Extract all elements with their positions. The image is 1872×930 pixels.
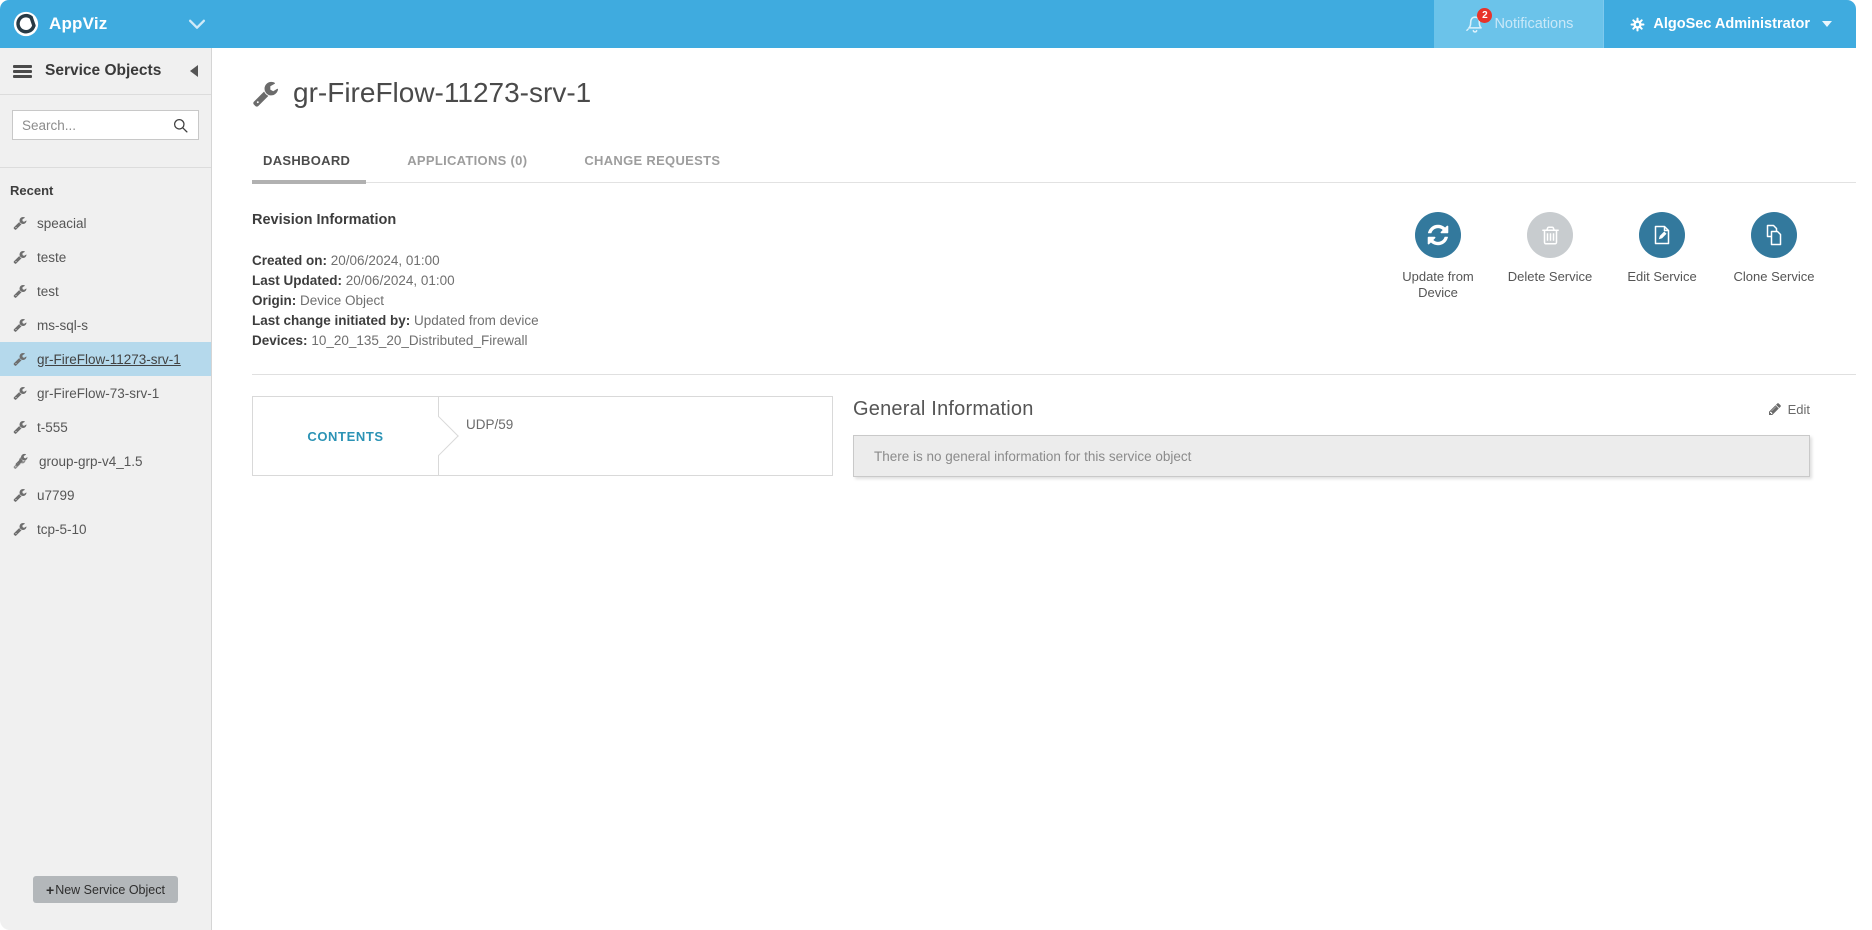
pencil-icon: [1768, 402, 1782, 416]
revision-heading: Revision Information: [252, 212, 539, 228]
wrench-icon: [13, 250, 27, 264]
sidebar-item-ms-sql-s[interactable]: ms-sql-s: [0, 308, 211, 342]
delete-service-button[interactable]: Delete Service: [1498, 212, 1602, 351]
general-information-section: General Information Edit There is no gen…: [853, 396, 1810, 477]
menu-icon[interactable]: [13, 65, 32, 78]
sync-icon: [1426, 223, 1450, 247]
sidebar: Service Objects Recent speacial teste te…: [0, 48, 212, 930]
search-input[interactable]: [12, 110, 199, 140]
revision-field-last-updated: Last Updated 20/06/2024, 01:00: [252, 271, 539, 291]
notifications-label: Notifications: [1494, 16, 1573, 32]
search-icon[interactable]: [172, 117, 189, 134]
algosec-logo-icon: [13, 11, 39, 37]
edit-service-button[interactable]: Edit Service: [1610, 212, 1714, 351]
edit-general-info-button[interactable]: Edit: [1768, 402, 1810, 417]
section-divider: [252, 374, 1856, 375]
revision-field-devices: Devices 10_20_135_20_Distributed_Firewal…: [252, 331, 539, 351]
tab-dashboard[interactable]: DASHBOARD: [263, 153, 350, 182]
user-menu-button[interactable]: AlgoSec Administrator: [1604, 0, 1856, 48]
main-content: gr-FireFlow-11273-srv-1 DASHBOARD APPLIC…: [213, 48, 1856, 930]
app-brand: AppViz: [0, 0, 108, 48]
notifications-button[interactable]: 2 Notifications: [1434, 0, 1603, 48]
general-information-heading: General Information: [853, 398, 1034, 421]
wrench-group-icon: [13, 453, 29, 469]
sidebar-item-speacial[interactable]: speacial: [0, 206, 211, 240]
general-info-empty-box: There is no general information for this…: [853, 435, 1810, 477]
contents-panel: CONTENTS UDP/59: [252, 396, 833, 476]
service-actions: Update from Device Delete Service Edit S…: [1386, 212, 1856, 351]
edit-document-icon: [1650, 223, 1674, 247]
sidebar-item-gr-fireflow-11273-srv-1[interactable]: gr-FireFlow-11273-srv-1: [0, 342, 211, 376]
app-name: AppViz: [49, 14, 108, 34]
page-title: gr-FireFlow-11273-srv-1: [293, 77, 591, 109]
wrench-icon: [13, 386, 27, 400]
revision-field-origin: Origin Device Object: [252, 291, 539, 311]
top-bar: AppViz 2 Notifications AlgoSec Administr…: [0, 0, 1856, 48]
service-wrench-icon: [252, 80, 279, 107]
plus-icon: [46, 882, 55, 898]
collapse-sidebar-icon[interactable]: [190, 65, 198, 77]
top-bar-right: 2 Notifications AlgoSec Administrator: [1434, 0, 1856, 48]
general-empty-message: There is no general information for this…: [874, 449, 1191, 464]
clone-service-button[interactable]: Clone Service: [1722, 212, 1826, 351]
gear-icon: [1630, 17, 1645, 32]
wrench-icon: [13, 522, 27, 536]
sidebar-item-t-555[interactable]: t-555: [0, 410, 211, 444]
bell-icon: 2: [1464, 13, 1486, 35]
sidebar-item-gr-fireflow-73-srv-1[interactable]: gr-FireFlow-73-srv-1: [0, 376, 211, 410]
notification-badge: 2: [1477, 8, 1492, 23]
sidebar-header: Service Objects: [0, 48, 211, 95]
app-switcher-chevron-icon[interactable]: [186, 13, 208, 35]
sidebar-item-teste[interactable]: teste: [0, 240, 211, 274]
wrench-icon: [13, 420, 27, 434]
sidebar-title: Service Objects: [45, 62, 161, 80]
sidebar-item-group-grp-v4-1-5[interactable]: group-grp-v4_1.5: [0, 444, 211, 478]
wrench-icon: [13, 488, 27, 502]
trash-icon: [1540, 225, 1561, 246]
sidebar-item-test[interactable]: test: [0, 274, 211, 308]
contents-label: CONTENTS: [307, 429, 383, 444]
wrench-icon: [13, 284, 27, 298]
wrench-icon: [13, 352, 27, 366]
revision-field-last-change: Last change initiated by Updated from de…: [252, 311, 539, 331]
contents-label-cell: CONTENTS: [253, 397, 439, 475]
tab-applications[interactable]: APPLICATIONS (0): [407, 153, 527, 182]
sidebar-item-tcp-5-10[interactable]: tcp-5-10: [0, 512, 211, 546]
revision-field-created-on: Created on 20/06/2024, 01:00: [252, 251, 539, 271]
tab-change-requests[interactable]: CHANGE REQUESTS: [584, 153, 720, 182]
sidebar-search: [0, 95, 211, 168]
update-from-device-button[interactable]: Update from Device: [1386, 212, 1490, 351]
recent-section-label: Recent: [0, 168, 211, 206]
clone-icon: [1762, 223, 1786, 247]
wrench-icon: [13, 216, 27, 230]
appviz-app: AppViz 2 Notifications AlgoSec Administr…: [0, 0, 1872, 930]
sidebar-item-u7799[interactable]: u7799: [0, 478, 211, 512]
revision-information-section: Revision Information Created on 20/06/20…: [252, 212, 539, 351]
user-menu-label: AlgoSec Administrator: [1653, 16, 1810, 32]
recent-list: speacial teste test ms-sql-s gr-FireFlow…: [0, 206, 211, 546]
new-service-object-button[interactable]: New Service Object: [33, 876, 178, 903]
tab-bar: DASHBOARD APPLICATIONS (0) CHANGE REQUES…: [252, 153, 1856, 183]
caret-down-icon: [1822, 21, 1832, 27]
wrench-icon: [13, 318, 27, 332]
